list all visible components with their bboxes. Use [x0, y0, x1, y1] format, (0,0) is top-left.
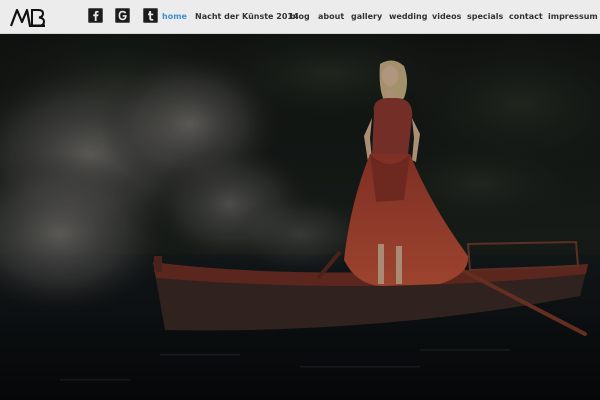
nav-item-about[interactable]: about	[318, 12, 344, 21]
nav-item-home[interactable]: home	[162, 12, 187, 21]
nav-item-nacht[interactable]: Nacht der Künste 2014	[195, 12, 299, 21]
nav-item-impressum[interactable]: impressum	[548, 12, 598, 21]
nav-item-wedding[interactable]: wedding	[389, 12, 427, 21]
tumblr-icon[interactable]	[143, 8, 158, 23]
nav-item-videos[interactable]: videos	[432, 12, 461, 21]
nav-item-gallery[interactable]: gallery	[351, 12, 382, 21]
hero-image	[0, 34, 600, 400]
header-bar: home Nacht der Künste 2014 blog about ga…	[0, 0, 600, 34]
nav-item-specials[interactable]: specials	[467, 12, 503, 21]
google-plus-icon[interactable]	[115, 8, 130, 23]
mb-logo[interactable]	[9, 4, 47, 30]
facebook-icon[interactable]	[88, 8, 103, 23]
nav-item-blog[interactable]: blog	[290, 12, 310, 21]
page: home Nacht der Künste 2014 blog about ga…	[0, 0, 600, 400]
nav-item-contact[interactable]: contact	[509, 12, 543, 21]
